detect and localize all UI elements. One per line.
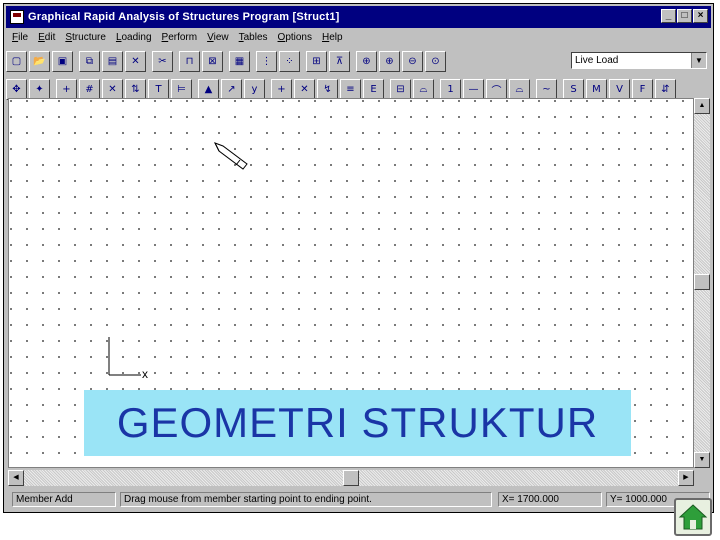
dots-grid-icon[interactable]: ⁘ bbox=[279, 50, 300, 72]
select-node-icon[interactable]: ✥ bbox=[6, 78, 27, 100]
distributed-load-icon[interactable]: E bbox=[363, 78, 384, 100]
moment-diagram-icon[interactable]: ⌓ bbox=[509, 78, 530, 100]
scroll-right-button[interactable]: ▶ bbox=[678, 470, 694, 486]
frame-icon[interactable]: ⊓ bbox=[179, 50, 200, 72]
zoom-in-icon[interactable]: ⊕ bbox=[379, 50, 400, 72]
close-button[interactable]: × bbox=[693, 9, 708, 23]
x-axis-label: x bbox=[142, 367, 148, 381]
force-m-icon[interactable]: M bbox=[586, 78, 607, 100]
status-bar: Member Add Drag mouse from member starti… bbox=[6, 492, 711, 508]
grid-points-icon[interactable]: ⋮ bbox=[256, 50, 277, 72]
line-icon[interactable]: — bbox=[463, 78, 484, 100]
reaction-icon[interactable]: ⇵ bbox=[655, 78, 676, 100]
window-controls: _ □ × bbox=[661, 9, 708, 23]
zoom-all-icon[interactable]: ⊕ bbox=[356, 50, 377, 72]
arc-icon[interactable]: ⌒ bbox=[486, 78, 507, 100]
menu-tables[interactable]: Tables bbox=[239, 32, 268, 43]
status-x-coordinate: X= 1700.000 bbox=[498, 492, 602, 507]
force-s-icon[interactable]: S bbox=[563, 78, 584, 100]
menu-structure[interactable]: Structure bbox=[65, 32, 106, 43]
select-member-icon[interactable]: ✦ bbox=[29, 78, 50, 100]
zoom-window-icon[interactable]: ⊠ bbox=[202, 50, 223, 72]
deflection-icon[interactable]: ⌓ bbox=[413, 78, 434, 100]
member-load-icon[interactable]: ≡ bbox=[340, 78, 361, 100]
support-icon[interactable]: ▲ bbox=[198, 78, 219, 100]
menu-loading[interactable]: Loading bbox=[116, 32, 152, 43]
status-hint: Drag mouse from member starting point to… bbox=[120, 492, 492, 507]
axis-icon bbox=[108, 337, 141, 376]
label-123-icon[interactable]: 1 bbox=[440, 78, 461, 100]
app-icon[interactable] bbox=[10, 10, 24, 24]
menu-perform[interactable]: Perform bbox=[162, 32, 198, 43]
pencil-cursor-icon bbox=[213, 142, 248, 170]
member-release-icon[interactable]: ⇅ bbox=[125, 78, 146, 100]
cut-icon[interactable]: ✂ bbox=[152, 50, 173, 72]
force-f-icon[interactable]: F bbox=[632, 78, 653, 100]
add-node-icon[interactable]: + bbox=[56, 78, 77, 100]
horizontal-scrollbar[interactable]: ◀ ▶ bbox=[8, 470, 694, 486]
status-mode: Member Add bbox=[12, 492, 116, 507]
window-title: Graphical Rapid Analysis of Structures P… bbox=[28, 11, 340, 23]
load-case-value: Live Load bbox=[575, 55, 619, 66]
vertical-scroll-thumb[interactable] bbox=[694, 274, 710, 290]
frame-view-icon[interactable]: ⊞ bbox=[306, 50, 327, 72]
delete-icon[interactable]: ✕ bbox=[125, 50, 146, 72]
home-icon bbox=[678, 504, 708, 530]
horizontal-scroll-thumb[interactable] bbox=[343, 470, 359, 486]
moment-load-icon[interactable]: ⊟ bbox=[390, 78, 411, 100]
member-group-icon[interactable]: ⊨ bbox=[171, 78, 192, 100]
menu-view[interactable]: View bbox=[207, 32, 229, 43]
scroll-up-button[interactable]: ▲ bbox=[694, 98, 710, 114]
truss-icon[interactable]: ⊼ bbox=[329, 50, 350, 72]
maximize-button[interactable]: □ bbox=[677, 9, 692, 23]
node-load-icon[interactable]: ↯ bbox=[317, 78, 338, 100]
vertical-scrollbar[interactable]: ▲ ▼ bbox=[694, 98, 710, 468]
new-icon[interactable]: ▢ bbox=[6, 50, 27, 72]
zoom-out-icon[interactable]: ⊖ bbox=[402, 50, 423, 72]
snap-icon[interactable]: ▦ bbox=[229, 50, 250, 72]
section-icon[interactable]: Т bbox=[148, 78, 169, 100]
title-bar[interactable]: Graphical Rapid Analysis of Structures P… bbox=[6, 6, 711, 28]
number-nodes-icon[interactable]: # bbox=[79, 78, 100, 100]
load-add-icon[interactable]: + bbox=[271, 78, 292, 100]
force-v-icon[interactable]: V bbox=[609, 78, 630, 100]
scroll-down-button[interactable]: ▼ bbox=[694, 452, 710, 468]
scroll-left-button[interactable]: ◀ bbox=[8, 470, 24, 486]
menu-options[interactable]: Options bbox=[278, 32, 312, 43]
menu-edit[interactable]: Edit bbox=[38, 32, 55, 43]
chevron-down-icon[interactable]: ▼ bbox=[691, 53, 706, 68]
open-icon[interactable]: 📂 bbox=[29, 50, 50, 72]
copy-icon[interactable]: ⧉ bbox=[79, 50, 100, 72]
menu-bar: File Edit Structure Loading Perform View… bbox=[6, 28, 711, 46]
menu-help[interactable]: Help bbox=[322, 32, 343, 43]
paste-icon[interactable]: ▤ bbox=[102, 50, 123, 72]
slide-banner: GEOMETRI STRUKTUR bbox=[84, 390, 631, 456]
home-button[interactable] bbox=[674, 498, 712, 536]
delete-node-icon[interactable]: ✕ bbox=[102, 78, 123, 100]
save-icon[interactable]: ▣ bbox=[52, 50, 73, 72]
zoom-restore-icon[interactable]: ⊙ bbox=[425, 50, 446, 72]
node-coordinate-icon[interactable]: ↗ bbox=[221, 78, 242, 100]
banner-title: GEOMETRI STRUKTUR bbox=[116, 399, 599, 446]
shear-diagram-icon[interactable]: ~ bbox=[536, 78, 557, 100]
load-delete-icon[interactable]: ✕ bbox=[294, 78, 315, 100]
load-case-select[interactable]: Live Load ▼ bbox=[571, 52, 707, 69]
xy-icon[interactable]: y bbox=[244, 78, 265, 100]
minimize-button[interactable]: _ bbox=[661, 9, 676, 23]
menu-file[interactable]: File bbox=[12, 32, 28, 43]
